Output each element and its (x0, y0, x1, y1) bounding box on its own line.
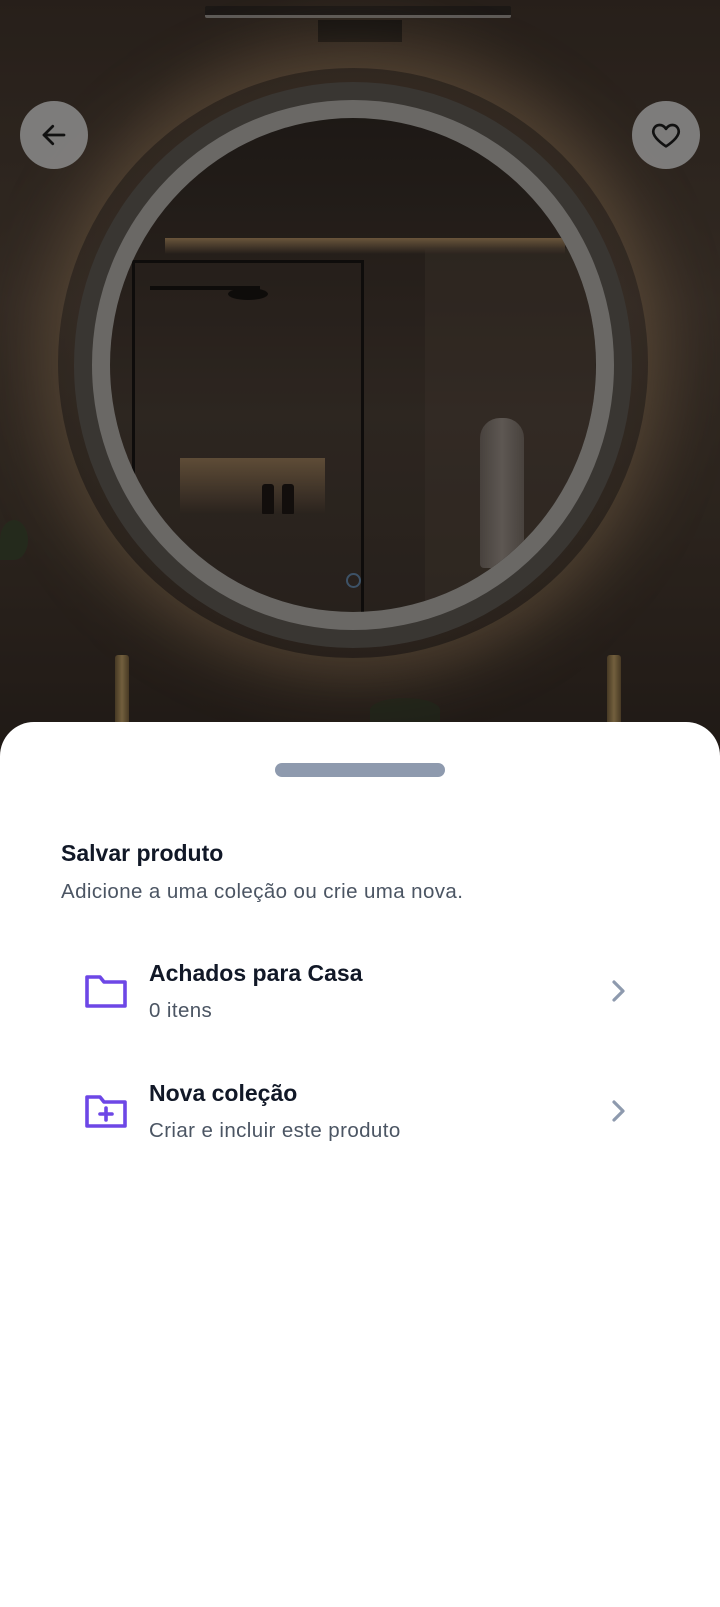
save-product-sheet: Salvar produto Adicione a uma coleção ou… (0, 722, 720, 1607)
collection-item-achados-para-casa[interactable]: Achados para Casa 0 itens (60, 944, 660, 1044)
product-photo (0, 0, 720, 760)
new-collection-title: Nova coleção (149, 1080, 298, 1106)
new-collection-subtitle: Criar e incluir este produto (149, 1119, 401, 1142)
collection-item-title: Achados para Casa (149, 960, 363, 986)
back-button[interactable] (20, 101, 88, 169)
sheet-drag-handle[interactable] (275, 763, 445, 777)
arrow-left-icon (42, 124, 66, 146)
dim-overlay[interactable] (0, 0, 720, 760)
folder-plus-icon (85, 1095, 127, 1128)
chevron-right-icon (612, 1100, 625, 1122)
sheet-title: Salvar produto (61, 840, 224, 866)
screen: Salvar produto Adicione a uma coleção ou… (0, 0, 720, 1607)
sheet-subtitle: Adicione a uma coleção ou crie uma nova. (61, 880, 464, 903)
heart-outline-icon (652, 123, 680, 148)
chevron-right-icon (612, 980, 625, 1002)
folder-icon (85, 975, 127, 1008)
new-collection-item[interactable]: Nova coleção Criar e incluir este produt… (60, 1064, 660, 1164)
collection-item-count: 0 itens (149, 999, 213, 1022)
favorite-button[interactable] (632, 101, 700, 169)
